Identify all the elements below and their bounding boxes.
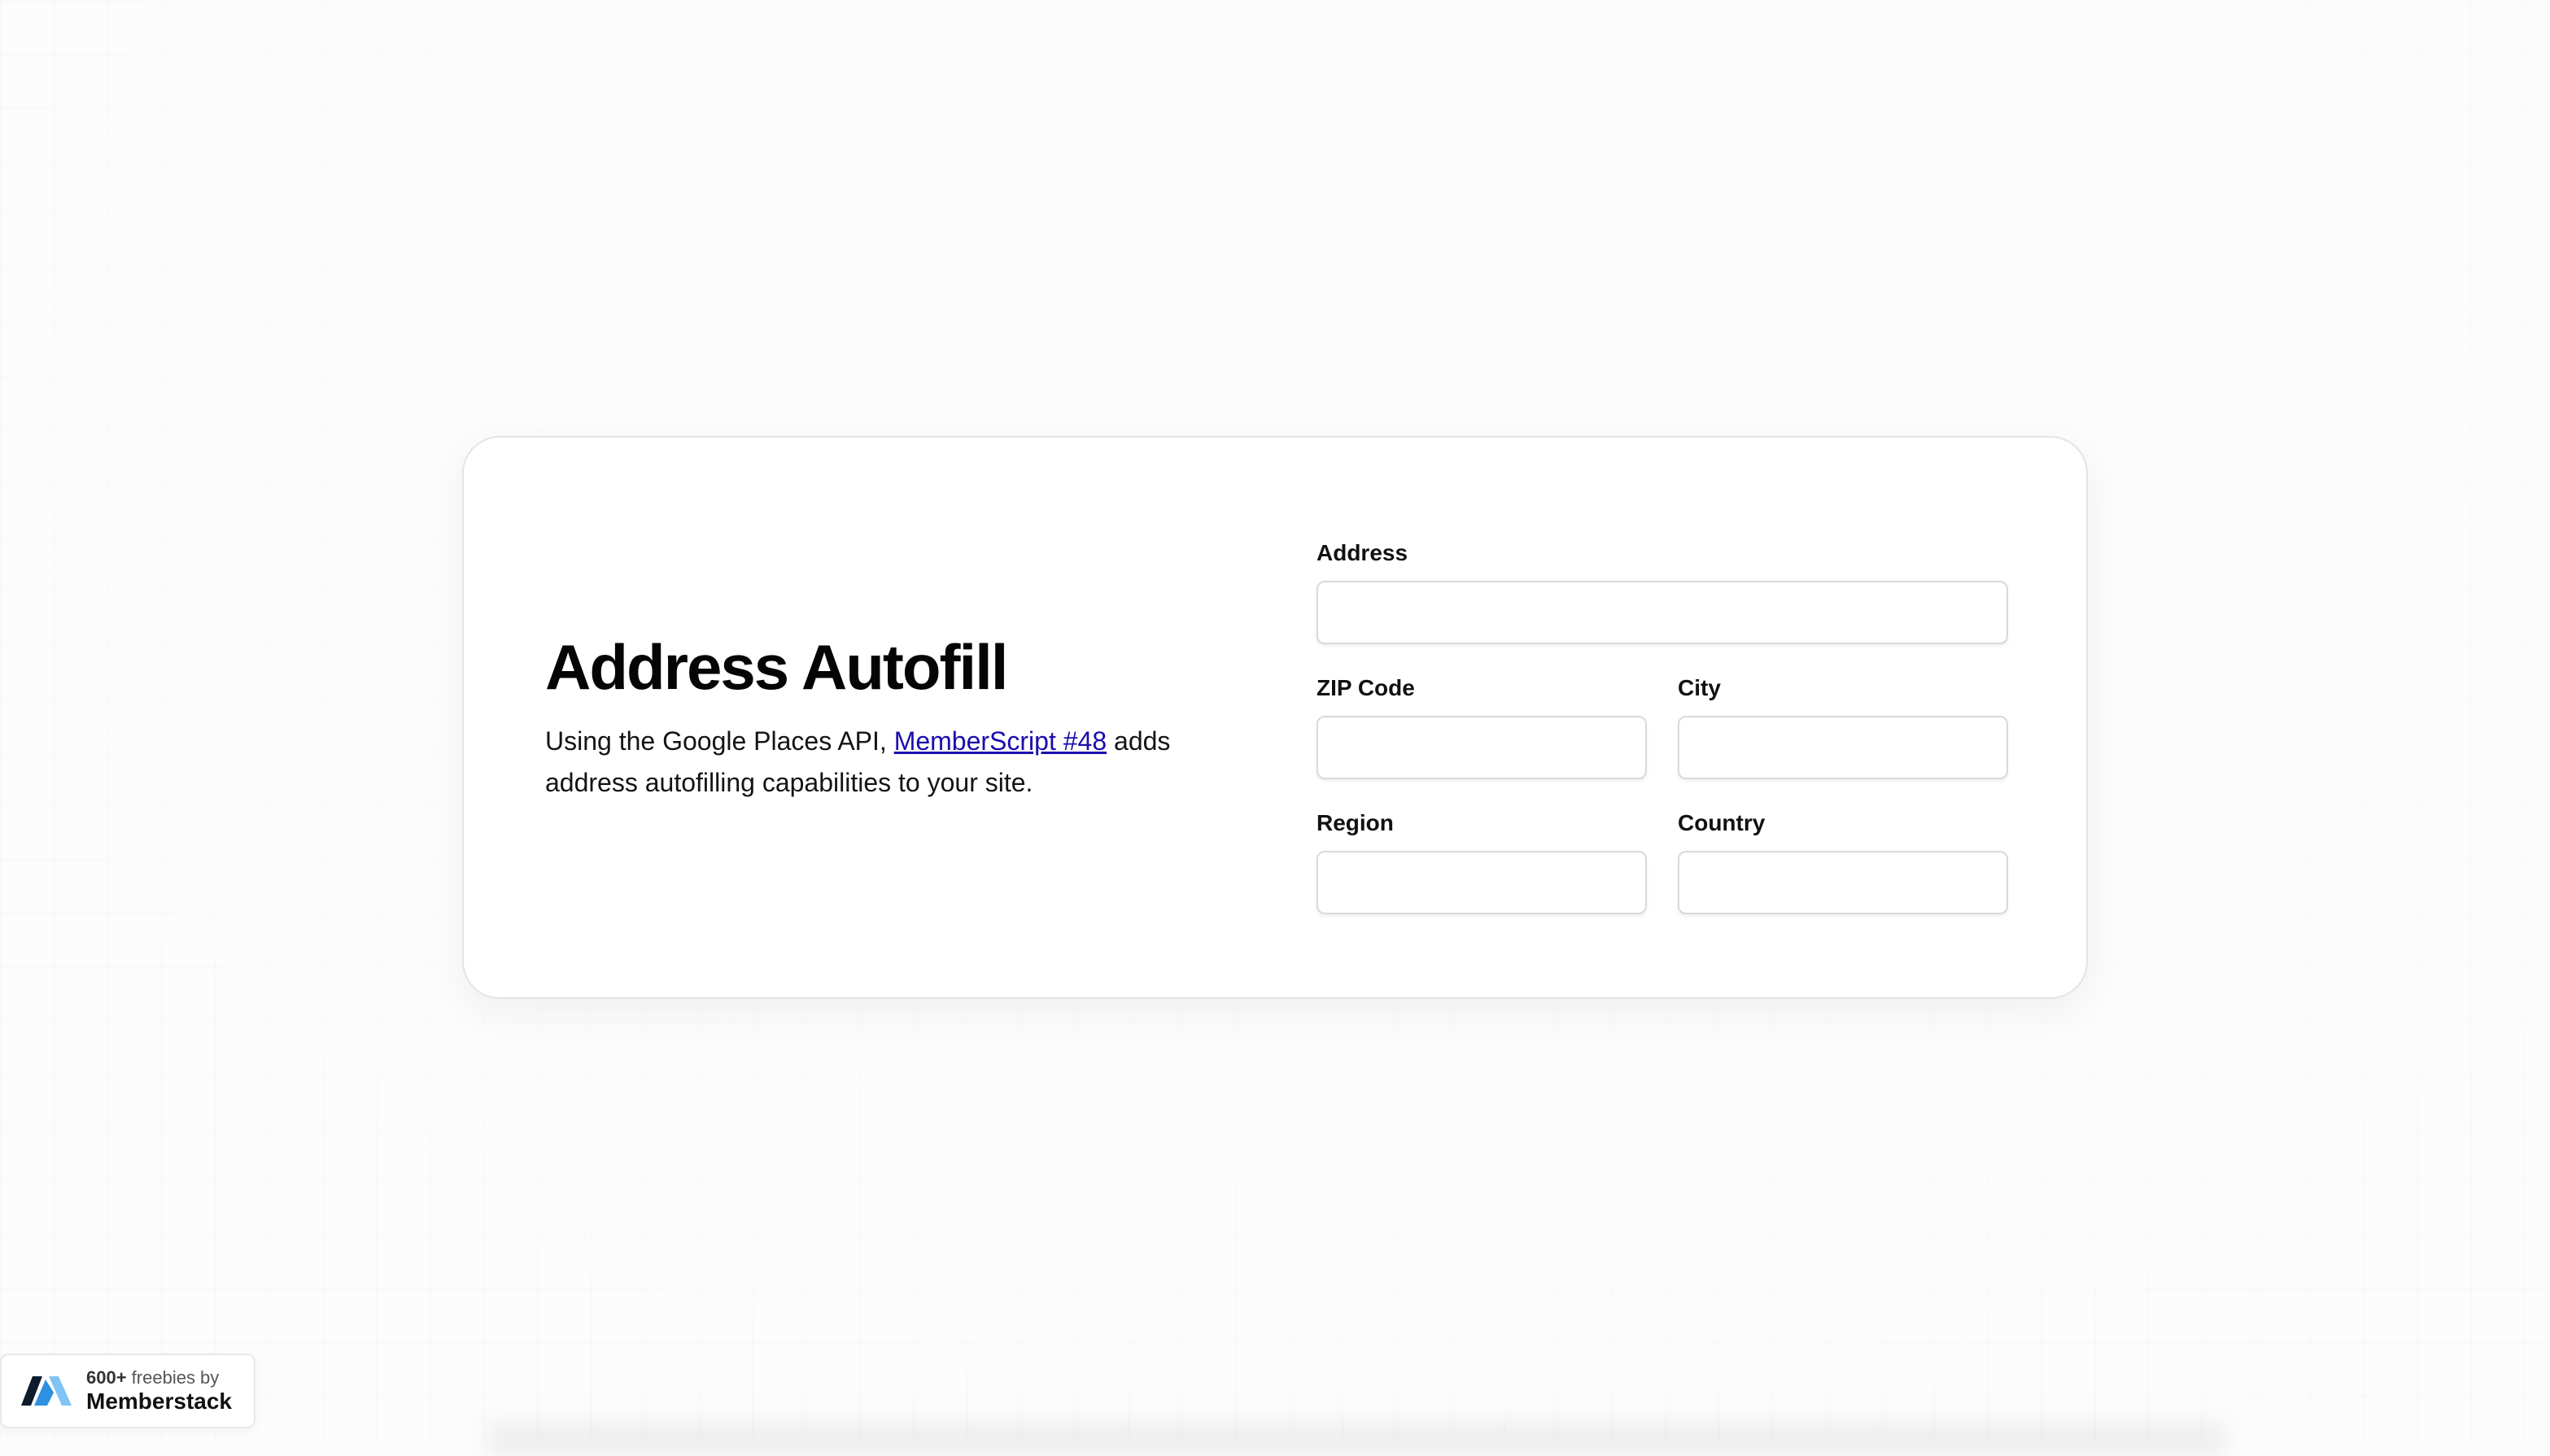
description: Using the Google Places API, MemberScrip… [545, 721, 1188, 804]
country-input[interactable] [1678, 851, 2008, 914]
country-field-group: Country [1678, 809, 2008, 914]
zip-input[interactable] [1316, 716, 1647, 779]
region-field-group: Region [1316, 809, 1647, 914]
badge-tagline: 600+ freebies by [86, 1367, 232, 1388]
badge-count: 600+ [86, 1367, 127, 1388]
memberstack-badge[interactable]: 600+ freebies by Memberstack [0, 1354, 255, 1428]
bottom-shadow [488, 1423, 2225, 1456]
region-input[interactable] [1316, 851, 1647, 914]
region-label: Region [1316, 810, 1394, 835]
zip-label: ZIP Code [1316, 675, 1415, 700]
city-input[interactable] [1678, 716, 2008, 779]
city-field-group: City [1678, 674, 2008, 779]
intro-section: Address Autofill Using the Google Places… [545, 631, 1196, 804]
address-field-group: Address [1316, 538, 2008, 644]
autofill-card: Address Autofill Using the Google Places… [462, 436, 2088, 999]
badge-text: 600+ freebies by Memberstack [86, 1367, 232, 1415]
zip-field-group: ZIP Code [1316, 674, 1647, 779]
address-input[interactable] [1316, 581, 2008, 644]
address-label: Address [1316, 540, 1408, 565]
badge-tagline-text: freebies by [126, 1367, 220, 1388]
badge-brand: Memberstack [86, 1388, 232, 1414]
memberscript-link[interactable]: MemberScript #48 [894, 726, 1107, 756]
country-label: Country [1678, 810, 1766, 835]
memberstack-logo-icon [2, 1368, 86, 1415]
city-label: City [1678, 675, 1721, 700]
page-title: Address Autofill [545, 631, 1008, 703]
description-prefix: Using the Google Places API, [545, 726, 894, 756]
